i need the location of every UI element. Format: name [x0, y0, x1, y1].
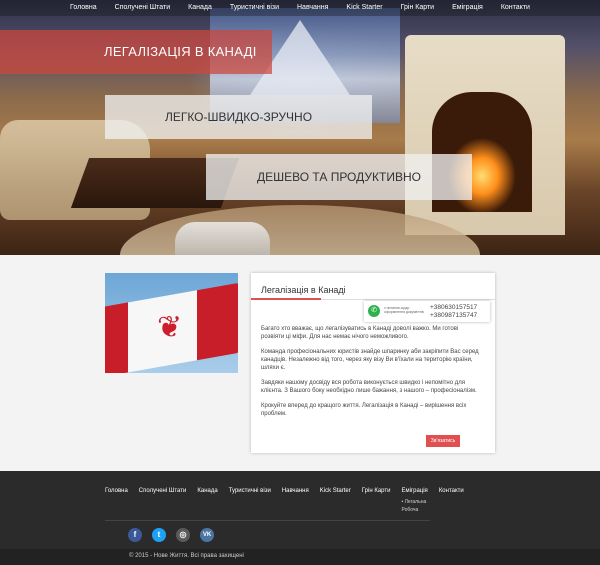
hero-slogan-1: ЛЕГКО-ШВИДКО-ЗРУЧНО: [105, 95, 372, 139]
card-paragraph: Багато хто вважає, що легалізуватись в К…: [261, 326, 459, 340]
hero-title: ЛЕГАЛІЗАЦІЯ В КАНАДІ: [0, 30, 272, 74]
hero-slogan-2: ДЕШЕВО ТА ПРОДУКТИВНО: [206, 154, 472, 200]
content-card: Легалізація в Канаді Багато хто вважає, …: [251, 273, 495, 453]
footer-nav-tourist-visas[interactable]: Туристичні візи: [229, 488, 271, 494]
contact-phones: +380630157517 +380987135747: [430, 304, 477, 320]
submenu-item-legal[interactable]: • Легальна: [401, 498, 426, 506]
maple-leaf-icon: ❦: [157, 311, 183, 344]
phone-number-1[interactable]: +380630157517: [430, 304, 477, 312]
copyright-text: © 2015 - Нове Життя. Всі права захищені: [129, 553, 244, 559]
footer-nav-green-cards[interactable]: Грін Карти: [362, 488, 391, 494]
phone-icon: ✆: [368, 305, 380, 317]
footer: Головна Сполучені Штати Канада Туристичн…: [0, 471, 600, 549]
social-links: f t ◎ VK: [128, 528, 214, 542]
card-paragraph: Крокуйте вперед до кращого життя. Легалі…: [261, 403, 467, 417]
nav-item-usa[interactable]: Сполучені Штати: [106, 0, 179, 16]
phone-number-2[interactable]: +380987135747: [430, 312, 477, 320]
nav-item-emigration[interactable]: Еміграція: [443, 0, 492, 16]
card-title-accent: [251, 298, 321, 300]
card-body: Багато хто вважає, що легалізуватись в К…: [261, 325, 481, 425]
twitter-icon[interactable]: t: [152, 528, 166, 542]
footer-nav-usa[interactable]: Сполучені Штати: [139, 488, 187, 494]
nav-item-green-cards[interactable]: Грін Карти: [392, 0, 443, 16]
card-paragraph: Завдяки нашому досвіду вся робота викону…: [261, 380, 477, 394]
footer-nav-kick-starter[interactable]: Kick Starter: [320, 488, 351, 494]
canada-flag-image: ❦: [105, 273, 238, 373]
copyright-bar: © 2015 - Нове Життя. Всі права захищені: [0, 549, 600, 565]
footer-nav-emigration-label: Еміграція: [401, 488, 428, 494]
footer-nav-emigration[interactable]: Еміграція • Легальна Робоча: [401, 488, 428, 513]
nav-item-home[interactable]: Головна: [61, 0, 106, 16]
vk-icon[interactable]: VK: [200, 528, 214, 542]
card-title: Легалізація в Канаді: [261, 285, 346, 295]
top-navigation: Головна Сполучені Штати Канада Туристичн…: [0, 0, 600, 16]
nav-item-education[interactable]: Навчання: [288, 0, 337, 16]
nav-item-kick-starter[interactable]: Kick Starter: [337, 0, 391, 16]
card-paragraph: Команда професіональних юристів знайде ш…: [261, 349, 479, 371]
phone-contact-popup[interactable]: ✆ з питання щодо оформлення документів +…: [364, 301, 490, 322]
contact-note: з питання щодо оформлення документів: [384, 306, 424, 314]
footer-navigation: Головна Сполучені Штати Канада Туристичн…: [105, 488, 475, 513]
emigration-submenu: • Легальна Робоча: [401, 498, 426, 514]
footer-nav-education[interactable]: Навчання: [282, 488, 309, 494]
instagram-icon[interactable]: ◎: [176, 528, 190, 542]
contact-button[interactable]: Зв'язатись: [426, 435, 460, 447]
nav-item-canada[interactable]: Канада: [179, 0, 221, 16]
nav-item-tourist-visas[interactable]: Туристичні візи: [221, 0, 288, 16]
submenu-item-work[interactable]: Робоча: [401, 506, 426, 514]
footer-nav-home[interactable]: Головна: [105, 488, 128, 494]
nav-item-contacts[interactable]: Контакти: [492, 0, 539, 16]
footer-nav-canada[interactable]: Канада: [197, 488, 217, 494]
hero-chair: [175, 222, 270, 255]
footer-nav-contacts[interactable]: Контакти: [439, 488, 464, 494]
footer-divider: [105, 520, 430, 521]
facebook-icon[interactable]: f: [128, 528, 142, 542]
